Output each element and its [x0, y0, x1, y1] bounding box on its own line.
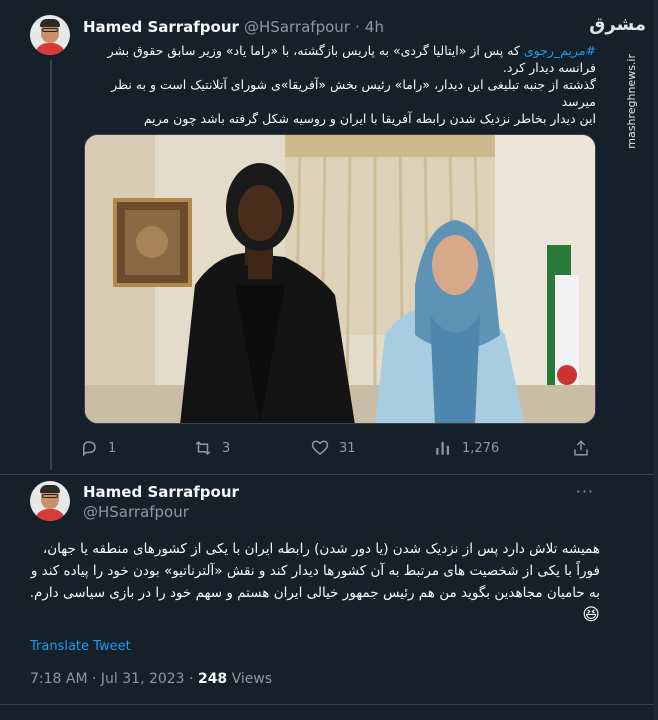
like-count: 31	[339, 440, 356, 456]
author-name[interactable]: Hamed Sarrafpour	[83, 483, 239, 501]
tweet-divider	[0, 474, 658, 475]
tweet-text: #مریم_رجوی که پس از «ایتالیا گردی» به پا…	[84, 42, 596, 127]
like-button[interactable]: 31	[311, 438, 356, 458]
avatar[interactable]	[30, 481, 70, 521]
author-handle[interactable]: @HSarrafpour	[244, 18, 350, 36]
tweet-line-4: این دیدار بخاطر نزدیک شدن رابطه آفریقا ب…	[143, 111, 596, 126]
tweet-actions: 1 3 31 1,276	[80, 438, 600, 458]
separator: ·	[92, 671, 97, 687]
reply-icon	[83, 441, 96, 457]
tweet-line-1-text: که پس از «ایتالیا گردی» به پاریس بازگشته…	[107, 43, 524, 58]
bottom-divider	[0, 704, 658, 705]
separator: ·	[189, 671, 194, 687]
tweet-line-3: به حامیان مجاهدین بگوید من هم رئیس جمهور…	[29, 585, 600, 601]
tweet-date[interactable]: Jul 31, 2023	[101, 671, 185, 687]
tweet-line-3: گذشته از جنبه تبلیغی این دیدار، «راما» ر…	[111, 77, 596, 109]
laughing-emoji: 😆	[582, 605, 600, 625]
watermark-url: mashreghnews.ir	[625, 54, 638, 149]
retweet-button[interactable]: 3	[194, 438, 230, 458]
tweet-1: Hamed Sarrafpour @HSarrafpour · 4h #مریم…	[0, 0, 658, 474]
views-chart-icon	[436, 442, 449, 455]
avatar[interactable]	[30, 15, 70, 55]
translate-tweet-link[interactable]: Translate Tweet	[30, 639, 131, 654]
views-label: Views	[231, 671, 273, 687]
reply-count: 1	[108, 440, 117, 456]
tweet-line-2: فرانسه دیدار کرد.	[502, 60, 596, 75]
tweet-line-1: #مریم_رجوی که پس از «ایتالیا گردی» به پا…	[84, 42, 596, 59]
author-handle[interactable]: @HSarrafpour	[83, 503, 239, 521]
watermark-logo: مشرق	[589, 14, 646, 35]
tweet-line-1: همیشه تلاش دارد پس از نزدیک شدن (یا دور …	[42, 541, 600, 557]
author-name[interactable]: Hamed Sarrafpour	[83, 18, 239, 36]
tweet-meta: 7:18 AM · Jul 31, 2023 · 248 Views	[30, 671, 272, 687]
reply-button[interactable]: 1	[80, 438, 116, 458]
thread-line	[50, 60, 52, 470]
views-count: 1,276	[462, 440, 500, 456]
tweet-time[interactable]: 4h	[365, 18, 384, 36]
views-count: 248	[197, 671, 228, 687]
share-icon	[574, 440, 588, 456]
tweet-photo[interactable]	[84, 134, 596, 424]
photo-illustration	[85, 135, 595, 423]
retweet-count: 3	[222, 440, 231, 456]
heart-icon	[311, 440, 329, 455]
share-button[interactable]	[572, 438, 590, 458]
separator: ·	[355, 18, 360, 36]
watermark: مشرق mashreghnews.ir	[589, 8, 654, 149]
tweet-time[interactable]: 7:18 AM	[30, 671, 88, 687]
more-options-icon[interactable]: ···	[576, 482, 594, 501]
views-button[interactable]: 1,276	[434, 438, 499, 458]
tweet-line-2: فوراً با یکی از شخصیت های مرتبط به آن کش…	[30, 563, 600, 579]
tweet-text: همیشه تلاش دارد پس از نزدیک شدن (یا دور …	[20, 538, 600, 626]
retweet-icon	[195, 440, 211, 456]
hashtag-link[interactable]: #مریم_رجوی	[524, 43, 596, 58]
scrollbar[interactable]	[654, 0, 658, 720]
